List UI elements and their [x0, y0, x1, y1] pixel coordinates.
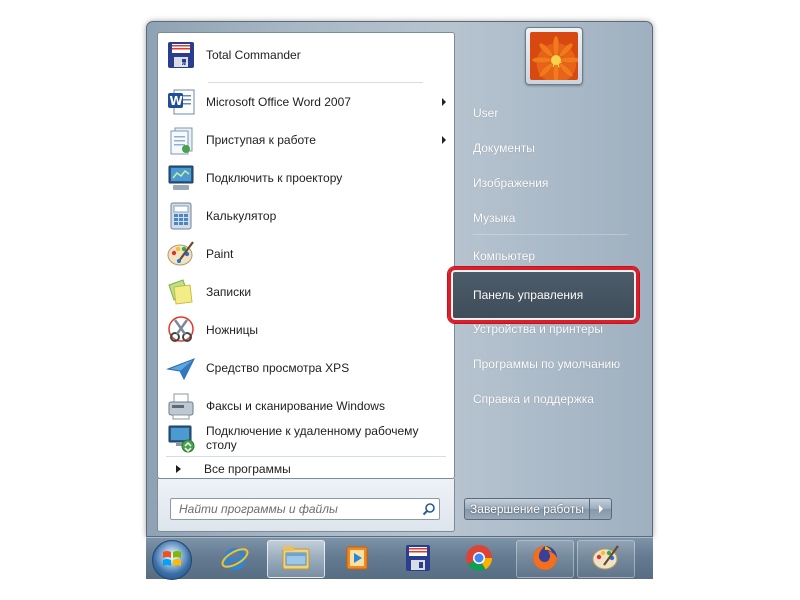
flower-avatar	[530, 32, 578, 80]
programs-pane: БЧ Total Commander W Microsoft Office Wo…	[157, 32, 455, 479]
right-item-label: Программы по умолчанию	[473, 357, 621, 371]
paint-icon	[591, 543, 621, 576]
sticky-notes-icon	[164, 275, 198, 309]
shutdown-group: Завершение работы	[464, 498, 612, 520]
remote-desktop-icon	[164, 421, 198, 455]
right-item-label: Музыка	[473, 211, 516, 225]
search-icon[interactable]	[419, 499, 439, 519]
search-area	[157, 479, 455, 532]
right-item-label: Справка и поддержка	[473, 392, 594, 406]
program-item-getting-started[interactable]: Приступая к работе	[162, 121, 450, 159]
program-label: Total Commander	[206, 48, 301, 62]
start-button[interactable]	[152, 540, 192, 580]
program-label: Калькулятор	[206, 209, 277, 223]
xps-viewer-icon	[164, 351, 198, 385]
program-item-paint[interactable]: Paint	[162, 235, 450, 273]
search-box[interactable]	[170, 498, 440, 520]
right-item-user[interactable]: User	[473, 101, 643, 125]
word-icon: W	[164, 85, 198, 119]
program-label: Приступая к работе	[206, 133, 316, 147]
program-label: Ножницы	[206, 323, 259, 337]
program-label: Средство просмотра XPS	[206, 361, 350, 375]
right-item-music[interactable]: Музыка	[473, 206, 643, 230]
snipping-tool-icon	[164, 313, 198, 347]
right-item-label: Устройства и принтеры	[473, 322, 603, 336]
all-programs-separator	[166, 456, 446, 457]
total-commander-icon: БЧ	[164, 38, 198, 72]
right-item-label: User	[473, 106, 499, 120]
program-label: Paint	[206, 247, 234, 261]
media-player-icon	[342, 543, 372, 576]
right-item-help-support[interactable]: Справка и поддержка	[473, 387, 643, 411]
chrome-icon	[464, 543, 494, 576]
right-item-label: Панель управления	[473, 288, 584, 302]
right-item-documents[interactable]: Документы	[473, 136, 643, 160]
svg-text:W: W	[170, 94, 183, 108]
right-separator	[473, 234, 628, 235]
program-item-xps-viewer[interactable]: Средство просмотра XPS	[162, 349, 450, 387]
program-item-word[interactable]: W Microsoft Office Word 2007	[162, 83, 450, 121]
calculator-icon	[164, 199, 198, 233]
shutdown-options-button[interactable]	[590, 498, 612, 520]
program-label: Microsoft Office Word 2007	[206, 95, 351, 109]
program-label: Записки	[206, 285, 252, 299]
program-item-total-commander[interactable]: БЧ Total Commander	[162, 36, 450, 74]
all-programs-label: Все программы	[204, 462, 291, 476]
taskbar-total-commander[interactable]	[389, 540, 447, 578]
right-item-computer[interactable]: Компьютер	[473, 244, 643, 268]
triangle-right-icon	[598, 505, 603, 513]
shutdown-button[interactable]: Завершение работы	[464, 498, 590, 520]
user-picture[interactable]	[525, 27, 583, 85]
start-menu: БЧ Total Commander W Microsoft Office Wo…	[146, 21, 653, 537]
program-item-sticky-notes[interactable]: Записки	[162, 273, 450, 311]
submenu-arrow-icon	[442, 136, 446, 144]
total-commander-icon	[403, 543, 433, 576]
right-item-devices-printers[interactable]: Устройства и принтеры	[473, 317, 643, 341]
taskbar-firefox[interactable]	[516, 540, 574, 578]
taskbar	[146, 537, 653, 580]
program-label: Подключить к проектору	[206, 171, 343, 185]
right-item-label: Изображения	[473, 176, 549, 190]
right-item-default-programs[interactable]: Программы по умолчанию	[473, 352, 643, 376]
submenu-arrow-icon	[442, 98, 446, 106]
search-input[interactable]	[171, 499, 419, 519]
right-item-pictures[interactable]: Изображения	[473, 171, 643, 195]
triangle-right-icon	[176, 465, 181, 473]
paint-icon	[164, 237, 198, 271]
right-item-control-panel[interactable]: Панель управления	[448, 267, 639, 323]
right-item-label: Компьютер	[473, 249, 536, 263]
taskbar-internet-explorer[interactable]	[206, 540, 264, 578]
taskbar-media-player[interactable]	[328, 540, 386, 578]
all-programs-button[interactable]: Все программы	[166, 460, 446, 478]
svg-text:БЧ: БЧ	[181, 62, 188, 68]
program-item-snipping-tool[interactable]: Ножницы	[162, 311, 450, 349]
right-item-label: Документы	[473, 141, 535, 155]
program-item-projector[interactable]: Подключить к проектору	[162, 159, 450, 197]
taskbar-chrome[interactable]	[450, 540, 508, 578]
program-label: Подключение к удаленному рабочему столу	[206, 424, 419, 452]
projector-icon	[164, 161, 198, 195]
program-label: Факсы и сканирование Windows	[206, 399, 385, 413]
program-item-calculator[interactable]: Калькулятор	[162, 197, 450, 235]
taskbar-file-explorer[interactable]	[267, 540, 325, 578]
getting-started-icon	[164, 123, 198, 157]
file-explorer-icon	[280, 543, 312, 576]
internet-explorer-icon	[220, 543, 250, 576]
taskbar-paint[interactable]	[577, 540, 635, 578]
windows-start-orb-icon	[161, 548, 183, 573]
program-item-remote-desktop[interactable]: Подключение к удаленному рабочему столу	[162, 418, 450, 458]
firefox-icon	[530, 543, 560, 576]
